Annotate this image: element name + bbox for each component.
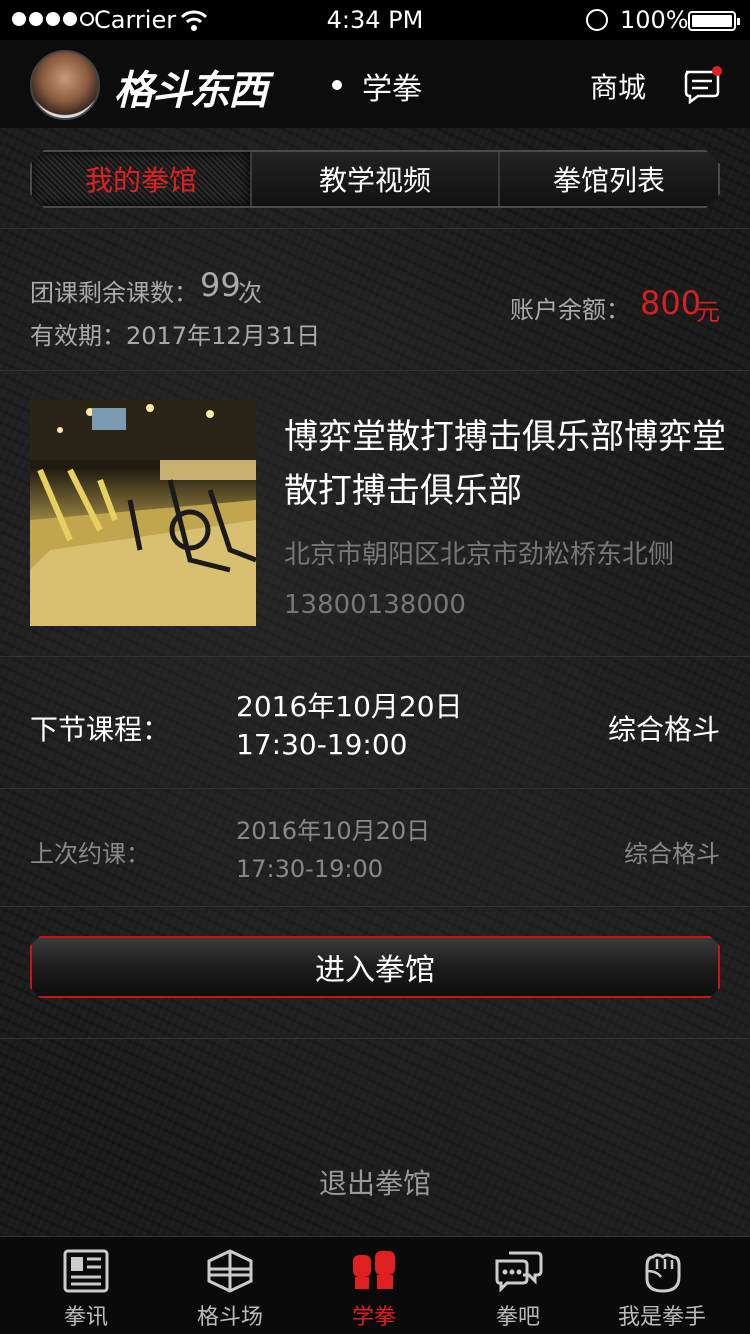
- last-course-date: 2016年10月20日: [236, 817, 431, 845]
- message-icon[interactable]: [682, 66, 722, 104]
- page-title: 学拳: [362, 72, 422, 107]
- segment-control: 我的拳馆 教学视频 拳馆列表: [30, 150, 720, 208]
- remaining-classes-unit: 次: [238, 279, 262, 307]
- last-course-datetime: 2016年10月20日 17:30-19:00: [236, 812, 430, 888]
- mall-link[interactable]: 商城: [590, 66, 646, 106]
- nav-bar: 格斗东西 学拳 商城: [0, 40, 750, 128]
- last-course-label: 上次约课：: [30, 840, 150, 868]
- last-course-time: 17:30-19:00: [236, 855, 383, 883]
- divider: [0, 906, 750, 907]
- next-course-label: 下节课程：: [30, 713, 171, 746]
- newspaper-icon: [63, 1249, 109, 1293]
- tab-forum[interactable]: 拳吧: [446, 1237, 590, 1334]
- battery-icon: [688, 11, 740, 31]
- tab-teaching-videos[interactable]: 教学视频: [252, 152, 500, 206]
- tab-gym-list[interactable]: 拳馆列表: [500, 152, 718, 206]
- tab-learn-boxing[interactable]: 学拳: [302, 1237, 446, 1334]
- tab-news[interactable]: 拳讯: [14, 1237, 158, 1334]
- tab-label: 格斗场: [196, 1305, 263, 1330]
- tab-label: 拳吧: [495, 1305, 540, 1330]
- ring-icon: [207, 1249, 253, 1293]
- divider: [0, 370, 750, 371]
- gym-name[interactable]: 博弈堂散打搏击俱乐部博弈堂散打搏击俱乐部: [284, 410, 730, 518]
- tab-label: 学拳: [351, 1305, 396, 1330]
- tab-bar: 拳讯 格斗场 学拳 拳吧 我是拳手: [0, 1236, 750, 1334]
- next-course-time: 17:30-19:00: [236, 728, 408, 761]
- gym-address: 北京市朝阳区北京市劲松桥东北侧: [284, 540, 675, 570]
- remaining-classes-label: 团课剩余课数：: [30, 279, 198, 307]
- divider: [0, 788, 750, 789]
- app-logo: 格斗东西: [114, 67, 268, 114]
- tab-label: 拳讯: [63, 1305, 108, 1330]
- enter-gym-button[interactable]: 进入拳馆: [30, 936, 720, 998]
- chat-bubbles-icon: [495, 1251, 543, 1293]
- tab-arena[interactable]: 格斗场: [158, 1237, 302, 1334]
- last-course-type: 综合格斗: [624, 840, 720, 868]
- divider: [0, 656, 750, 657]
- tab-label: 我是拳手: [617, 1305, 706, 1330]
- boxing-glove-icon: [353, 1251, 395, 1289]
- divider: [0, 1038, 750, 1039]
- gym-photo[interactable]: [30, 400, 256, 626]
- title-separator-dot: [332, 80, 342, 90]
- screen: Carrier 4:34 PM 100% 格斗东西 学拳 商城 我的拳馆 教学视…: [0, 0, 750, 1334]
- next-course-type: 综合格斗: [607, 713, 720, 746]
- remaining-classes-count: 99: [200, 266, 241, 304]
- validity-period: 有效期：2017年12月31日: [30, 322, 321, 350]
- balance-amount: 800: [640, 284, 702, 322]
- fist-icon: [645, 1253, 681, 1293]
- tab-my-gym[interactable]: 我的拳馆: [32, 152, 252, 206]
- next-course-date: 2016年10月20日: [236, 690, 463, 723]
- divider: [0, 228, 750, 229]
- tab-profile[interactable]: 我是拳手: [590, 1237, 734, 1334]
- unread-badge: [712, 66, 722, 76]
- exit-gym-button[interactable]: 退出拳馆: [0, 1162, 750, 1202]
- balance-label: 账户余额：: [510, 296, 630, 324]
- rotation-lock-icon: [586, 9, 608, 31]
- status-bar: Carrier 4:34 PM 100%: [0, 0, 750, 40]
- battery-percentage: 100%: [620, 6, 689, 34]
- next-course-datetime: 2016年10月20日 17:30-19:00: [236, 688, 463, 764]
- balance-unit: 元: [696, 298, 720, 326]
- avatar[interactable]: [30, 50, 100, 120]
- gym-phone[interactable]: 13800138000: [284, 590, 466, 620]
